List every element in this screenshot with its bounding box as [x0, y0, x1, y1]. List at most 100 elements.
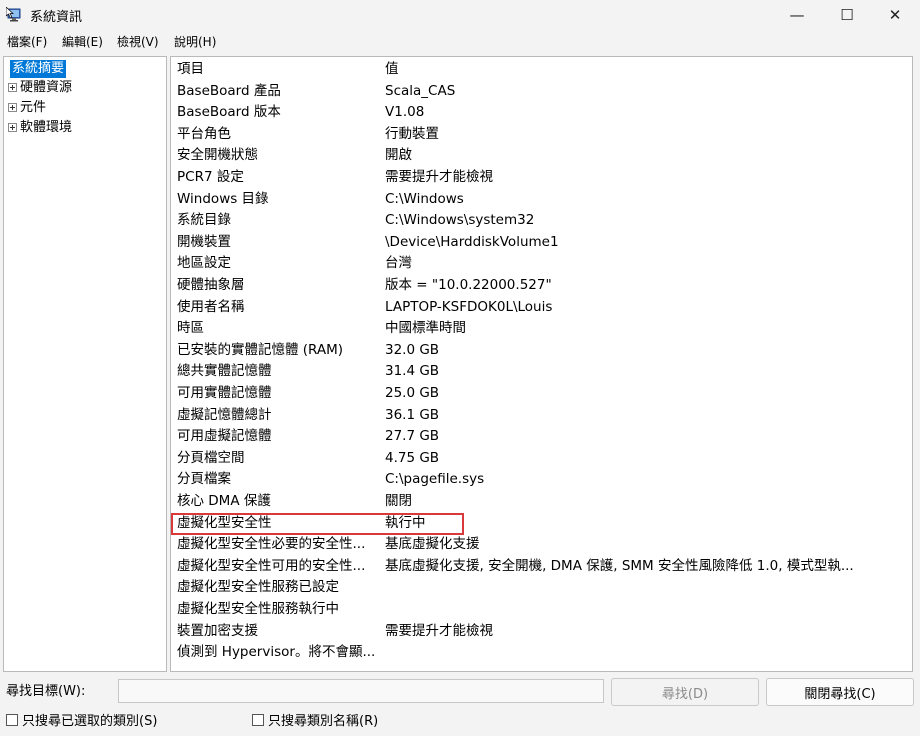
row-value: V1.08 — [385, 104, 425, 121]
search-selected-category-checkbox[interactable]: 只搜尋已選取的類別(S) — [6, 710, 157, 729]
expand-plus-icon[interactable] — [8, 83, 17, 92]
details-list[interactable]: 項目 值 BaseBoard 產品 Scala_CAS BaseBoard 版本 V1… — [170, 56, 913, 672]
row-item: 虛擬記憶體總計 — [177, 406, 272, 423]
table-row[interactable]: 開機裝置 \Device\HarddiskVolume1 — [177, 232, 907, 254]
row-item: 安全開機狀態 — [177, 147, 258, 164]
table-row[interactable]: 時區 中國標準時間 — [177, 318, 907, 340]
menu-file[interactable]: 檔案(F) — [7, 33, 47, 50]
tree-item-software-environment[interactable]: 軟體環境 — [8, 119, 72, 137]
row-value: 台灣 — [385, 255, 412, 272]
table-row[interactable]: BaseBoard 版本 V1.08 — [177, 102, 907, 124]
table-row[interactable]: 虛擬化型安全性服務已設定 — [177, 577, 907, 599]
table-row[interactable]: 虛擬化型安全性可用的安全性... 基底虛擬化支援, 安全開機, DMA 保護, S… — [177, 556, 907, 578]
menu-edit[interactable]: 編輯(E) — [62, 33, 103, 50]
system-information-icon — [6, 7, 21, 22]
find-bar: 尋找目標(W): 尋找(D) 關閉尋找(C) 只搜尋已選取的類別(S) 只搜尋類… — [0, 674, 920, 736]
row-item: 系統目錄 — [177, 212, 231, 229]
category-tree[interactable]: 系統摘要 硬體資源 元件 軟體環境 — [3, 56, 167, 672]
row-item: 時區 — [177, 320, 204, 337]
table-row[interactable]: PCR7 設定 需要提升才能檢視 — [177, 167, 907, 189]
close-button[interactable]: ✕ — [872, 0, 918, 30]
table-row[interactable]: 使用者名稱 LAPTOP-KSFDOK0L\Louis — [177, 297, 907, 319]
table-row[interactable]: 偵測到 Hypervisor。將不會顯... — [177, 642, 907, 664]
checkbox-icon[interactable] — [252, 713, 264, 726]
table-row[interactable]: 虛擬化型安全性必要的安全性... 基底虛擬化支援 — [177, 534, 907, 556]
row-value: 開啟 — [385, 147, 412, 164]
row-item: 虛擬化型安全性服務已設定 — [177, 579, 339, 596]
row-value: 32.0 GB — [385, 341, 440, 358]
tree-item-system-summary[interactable]: 系統摘要 — [10, 60, 67, 78]
row-item: 硬體抽象層 — [177, 277, 245, 293]
menu-help[interactable]: 說明(H) — [174, 33, 216, 50]
tree-item-components[interactable]: 元件 — [8, 99, 46, 117]
maximize-icon: ☐ — [840, 6, 854, 24]
table-row[interactable]: 硬體抽象層 版本 = "10.0.22000.527" — [177, 275, 907, 297]
row-item: 偵測到 Hypervisor。將不會顯... — [177, 644, 376, 661]
table-row[interactable]: 安全開機狀態 開啟 — [177, 145, 907, 167]
table-row[interactable]: 平台角色 行動裝置 — [177, 124, 907, 146]
row-value: 36.1 GB — [385, 406, 440, 423]
table-row[interactable]: 虛擬記憶體總計 36.1 GB — [177, 405, 907, 427]
row-item: 總共實體記憶體 — [177, 363, 272, 380]
row-item: 使用者名稱 — [177, 298, 245, 315]
find-input[interactable] — [118, 679, 604, 703]
row-item: 地區設定 — [177, 255, 231, 272]
table-row[interactable]: BaseBoard 產品 Scala_CAS — [177, 81, 907, 103]
expand-plus-icon[interactable] — [8, 103, 17, 112]
row-item: BaseBoard 版本 — [177, 104, 281, 121]
menu-bar: 檔案(F) 編輯(E) 檢視(V) 說明(H) — [0, 30, 920, 52]
row-value: C:\Windows — [385, 190, 464, 207]
checkbox-icon[interactable] — [6, 713, 18, 726]
row-value: 需要提升才能檢視 — [385, 169, 493, 185]
find-label: 尋找目標(W): — [6, 684, 86, 699]
row-item: 已安裝的實體記憶體 (RAM) — [177, 341, 344, 358]
row-value: 27.7 GB — [385, 428, 440, 445]
search-category-names-checkbox[interactable]: 只搜尋類別名稱(R) — [252, 710, 378, 729]
table-row[interactable]: 虛擬化型安全性服務執行中 — [177, 599, 907, 621]
row-item: 開機裝置 — [177, 233, 231, 250]
row-item: 核心 DMA 保護 — [177, 493, 271, 509]
table-row[interactable]: 系統目錄 C:\Windows\system32 — [177, 210, 907, 232]
highlight-annotation-box — [171, 512, 464, 535]
row-value: 關閉 — [385, 493, 412, 509]
header-value[interactable]: 值 — [385, 59, 905, 81]
row-value: LAPTOP-KSFDOK0L\Louis — [385, 298, 553, 315]
row-value: 基底虛擬化支援 — [385, 536, 480, 553]
table-row[interactable]: 可用實體記憶體 25.0 GB — [177, 383, 907, 405]
row-item: 虛擬化型安全性可用的安全性... — [177, 557, 366, 574]
header-item[interactable]: 項目 — [177, 59, 382, 81]
close-find-button-label: 關閉尋找(C) — [804, 686, 876, 702]
table-row[interactable]: 虛擬化型安全性 執行中 — [171, 512, 907, 535]
checkbox-label: 只搜尋類別名稱(R) — [268, 714, 379, 729]
table-row[interactable]: 可用虛擬記憶體 27.7 GB — [177, 426, 907, 448]
tree-item-label: 元件 — [20, 100, 47, 115]
table-row[interactable]: 分頁檔空間 4.75 GB — [177, 448, 907, 470]
row-item: BaseBoard 產品 — [177, 82, 281, 99]
close-find-button[interactable]: 關閉尋找(C) — [766, 678, 914, 706]
table-row[interactable]: 核心 DMA 保護 關閉 — [177, 491, 907, 513]
expand-plus-icon[interactable] — [8, 123, 17, 132]
row-value: 25.0 GB — [385, 385, 440, 401]
table-row[interactable]: 裝置加密支援 需要提升才能檢視 — [177, 621, 907, 643]
row-value: 行動裝置 — [385, 125, 439, 142]
row-value: C:\Windows\system32 — [385, 212, 535, 229]
table-row[interactable]: 分頁檔案 C:\pagefile.sys — [177, 469, 907, 491]
table-row[interactable]: 地區設定 台灣 — [177, 253, 907, 275]
tree-item-hardware-resources[interactable]: 硬體資源 — [8, 79, 72, 97]
maximize-button[interactable]: ☐ — [824, 0, 870, 30]
row-value: 需要提升才能檢視 — [385, 622, 493, 639]
table-row[interactable]: 總共實體記憶體 31.4 GB — [177, 361, 907, 383]
window-title: 系統資訊 — [30, 10, 83, 25]
row-item: 虛擬化型安全性必要的安全性... — [177, 536, 366, 553]
tree-item-label: 硬體資源 — [20, 80, 73, 95]
minimize-button[interactable]: — — [774, 0, 820, 30]
find-button[interactable]: 尋找(D) — [611, 678, 759, 706]
list-header: 項目 值 — [177, 59, 907, 81]
row-item: 可用虛擬記憶體 — [177, 428, 272, 445]
row-item: 分頁檔案 — [177, 471, 231, 488]
table-row[interactable]: 已安裝的實體記憶體 (RAM) 32.0 GB — [177, 340, 907, 362]
table-row[interactable]: Windows 目錄 C:\Windows — [177, 189, 907, 211]
menu-view[interactable]: 檢視(V) — [117, 33, 159, 50]
minimize-icon: — — [789, 6, 805, 24]
row-item: Windows 目錄 — [177, 190, 269, 207]
